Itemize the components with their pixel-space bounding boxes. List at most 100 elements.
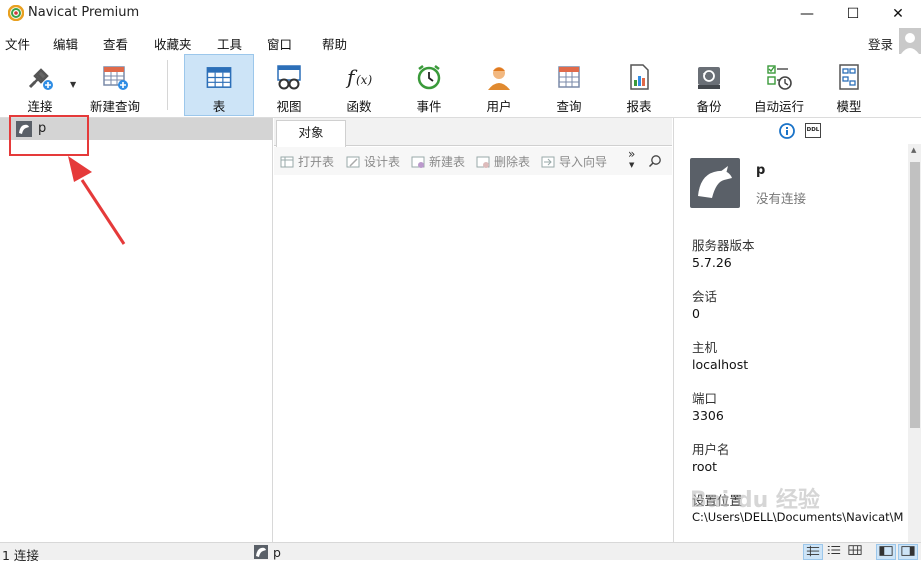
new-table-icon (411, 156, 425, 168)
host-value: localhost (692, 357, 749, 372)
list-view-button[interactable] (803, 544, 823, 560)
delete-table-button[interactable]: 删除表 (476, 153, 530, 170)
server-version-label: 服务器版本 (692, 238, 755, 253)
delete-table-icon (476, 156, 490, 168)
navicat-logo-icon (8, 5, 24, 21)
object-pane: 对象 打开表 设计表 新建表 删除表 导入向导 » ▼ (274, 118, 672, 542)
info-pane-icon (901, 546, 915, 556)
object-toolbar: 打开表 设计表 新建表 删除表 导入向导 » ▼ (274, 147, 672, 175)
tool-user[interactable]: 用户 (468, 54, 530, 116)
status-bar: 1 连接 p (0, 542, 921, 563)
open-table-label: 打开表 (298, 155, 335, 169)
tool-query[interactable]: 查询 (538, 54, 600, 116)
server-version-value: 5.7.26 (692, 255, 732, 270)
new-query-button[interactable]: 新建查询 (86, 54, 144, 116)
host-label: 主机 (692, 340, 718, 355)
tool-event-label: 事件 (416, 99, 442, 114)
open-table-button[interactable]: 打开表 (280, 153, 334, 170)
new-table-button[interactable]: 新建表 (411, 153, 465, 170)
tool-model-label: 模型 (836, 99, 862, 114)
menu-window[interactable]: 窗口 (267, 34, 292, 53)
toolbar-divider (167, 60, 168, 110)
tool-function-label: 函数 (346, 99, 372, 114)
grid-view-button[interactable] (845, 544, 865, 560)
menu-help[interactable]: 帮助 (322, 34, 347, 53)
user-avatar-icon (901, 33, 919, 54)
tool-table-label: 表 (212, 99, 226, 114)
more-actions-button[interactable]: » (628, 147, 635, 161)
show-nav-pane-button[interactable] (876, 544, 896, 560)
status-connection-name: p (273, 545, 281, 560)
tool-function[interactable]: f (x) 函数 (328, 54, 390, 116)
backup-icon (698, 67, 720, 89)
design-table-label: 设计表 (364, 155, 401, 169)
detail-view-button[interactable] (824, 544, 844, 560)
import-wizard-button[interactable]: 导入向导 (541, 153, 607, 170)
login-link[interactable]: 登录 (868, 34, 893, 53)
tool-report[interactable]: 报表 (608, 54, 670, 116)
menu-favorites[interactable]: 收藏夹 (154, 34, 192, 53)
connection-count: 1 连接 (2, 548, 39, 563)
scroll-up-icon[interactable]: ▲ (911, 146, 916, 154)
username-value: root (692, 459, 718, 474)
tool-event[interactable]: 事件 (398, 54, 460, 116)
connection-title: p (756, 163, 766, 178)
nav-pane-icon (879, 546, 893, 556)
tool-view-label: 视图 (276, 99, 302, 114)
object-tabbar: 对象 (274, 118, 672, 147)
detail-view-icon (827, 545, 841, 555)
baidu-watermark: Bai du 经验 (690, 488, 820, 513)
info-icon[interactable] (779, 123, 795, 139)
model-icon (839, 64, 859, 90)
menu-tools[interactable]: 工具 (217, 34, 242, 53)
avatar[interactable] (899, 28, 921, 54)
open-table-icon (280, 156, 294, 167)
window-title: Navicat Premium (28, 5, 140, 20)
maximize-button[interactable]: ☐ (830, 0, 876, 28)
list-view-icon (806, 545, 820, 557)
report-icon (630, 64, 649, 90)
tool-report-label: 报表 (626, 99, 652, 114)
title-bar: Navicat Premium — ☐ ✕ (0, 0, 921, 28)
tool-model[interactable]: 模型 (818, 54, 880, 116)
table-icon (206, 67, 232, 88)
tool-automation[interactable]: 自动运行 (748, 54, 810, 116)
connect-dropdown-icon[interactable]: ▼ (70, 80, 76, 89)
object-list[interactable] (274, 175, 672, 542)
ddl-tab[interactable]: DDL (805, 123, 821, 138)
sessions-label: 会话 (692, 289, 718, 304)
function-icon: f (x) (345, 65, 372, 89)
tool-user-label: 用户 (486, 99, 512, 114)
search-icon[interactable] (648, 154, 662, 168)
design-table-button[interactable]: 设计表 (346, 153, 400, 170)
tool-table[interactable]: 表 (184, 54, 254, 116)
info-tabbar: DDL (674, 118, 921, 144)
menu-file[interactable]: 文件 (5, 34, 30, 53)
connect-button[interactable]: 连接 (12, 54, 68, 116)
import-wizard-icon (541, 156, 555, 167)
design-table-icon (346, 156, 360, 167)
tool-backup-label: 备份 (696, 99, 722, 114)
tab-objects[interactable]: 对象 (276, 120, 346, 147)
menu-edit[interactable]: 编辑 (53, 34, 78, 53)
tool-view[interactable]: 视图 (258, 54, 320, 116)
delete-table-label: 删除表 (494, 155, 531, 169)
sessions-value: 0 (692, 306, 700, 321)
menu-bar: 文件 编辑 查看 收藏夹 工具 窗口 帮助 登录 (0, 28, 921, 54)
menu-view[interactable]: 查看 (103, 34, 128, 53)
info-scrollbar-thumb[interactable] (910, 162, 920, 428)
new-table-label: 新建表 (429, 155, 466, 169)
automation-icon (767, 65, 792, 90)
mysql-connection-icon (254, 545, 268, 559)
tool-backup[interactable]: 备份 (678, 54, 740, 116)
close-button[interactable]: ✕ (875, 0, 921, 28)
grid-view-icon (848, 545, 862, 555)
more-dropdown-icon[interactable]: ▼ (629, 161, 634, 169)
view-icon (277, 65, 301, 90)
import-wizard-label: 导入向导 (559, 155, 608, 169)
username-label: 用户名 (692, 442, 730, 457)
minimize-button[interactable]: — (784, 0, 830, 28)
info-pane: DDL p 没有连接 服务器版本 5.7.26 会话 0 主机 localhos… (673, 118, 921, 542)
svg-text:(x): (x) (356, 73, 372, 87)
show-info-pane-button[interactable] (898, 544, 918, 560)
